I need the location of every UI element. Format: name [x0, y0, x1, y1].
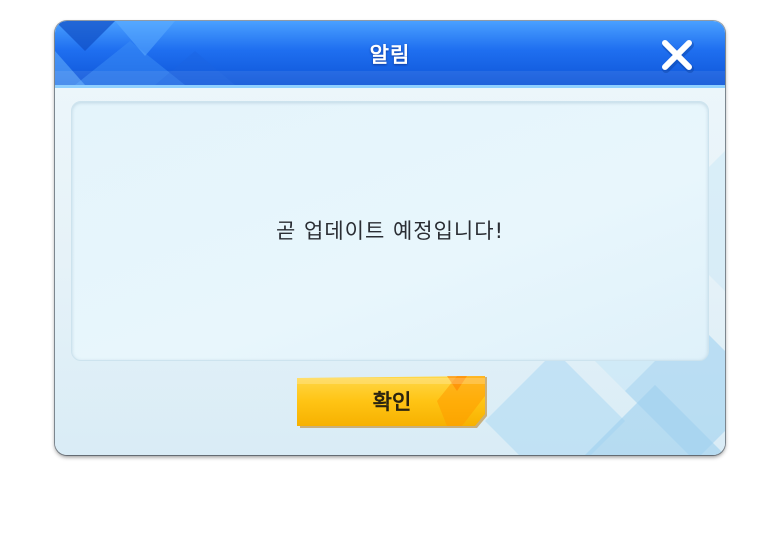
close-icon	[662, 40, 694, 73]
dialog-header: 알림	[55, 21, 725, 88]
close-button[interactable]	[657, 35, 697, 75]
confirm-button-label: 확인	[372, 390, 412, 414]
notice-dialog: 알림 곧 업데이트 예정입니다! 확인	[55, 21, 725, 455]
dialog-message: 곧 업데이트 예정입니다!	[276, 219, 504, 243]
confirm-button[interactable]: 확인	[297, 376, 487, 428]
dialog-title: 알림	[369, 43, 411, 67]
message-panel: 곧 업데이트 예정입니다!	[71, 101, 709, 361]
